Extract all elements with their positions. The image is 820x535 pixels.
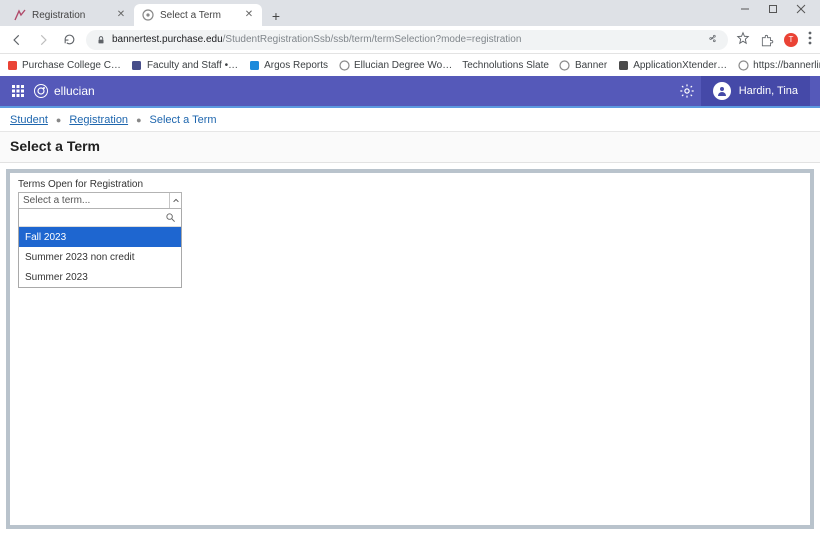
browser-tabstrip: Registration ✕ Select a Term ✕ +: [0, 0, 820, 26]
bookmark-favicon-icon: [617, 59, 629, 71]
bookmark-label: Argos Reports: [264, 60, 328, 71]
back-button[interactable]: [8, 31, 26, 49]
bookmark-item[interactable]: ApplicationXtender…: [617, 59, 727, 71]
bookmark-item[interactable]: https://bannerlinks…: [737, 59, 820, 71]
bookmark-favicon-icon: [559, 59, 571, 71]
browser-tab[interactable]: Registration ✕: [6, 4, 134, 26]
term-option[interactable]: Fall 2023: [19, 227, 181, 247]
bookmark-favicon-icon: [248, 59, 260, 71]
bookmark-item[interactable]: Faculty and Staff •…: [131, 59, 238, 71]
bookmark-item[interactable]: Banner: [559, 59, 607, 71]
app-header: ellucian Hardin, Tina: [0, 76, 820, 106]
tab-title: Select a Term: [160, 10, 238, 21]
breadcrumb-link[interactable]: Student: [10, 114, 48, 126]
search-icon[interactable]: [165, 212, 177, 224]
toolbar-right: T: [736, 31, 812, 48]
bookmark-label: Technolutions Slate: [462, 60, 549, 71]
bookmark-label: Ellucian Degree Wo…: [354, 60, 452, 71]
term-search-input[interactable]: [23, 212, 177, 223]
lock-icon: [96, 35, 106, 45]
address-bar[interactable]: bannertest.purchase.edu/StudentRegistrat…: [86, 30, 728, 50]
url-text: bannertest.purchase.edu/StudentRegistrat…: [112, 34, 701, 45]
page-title: Select a Term: [0, 132, 820, 163]
breadcrumb: Student ● Registration ● Select a Term: [0, 108, 820, 132]
content-area: Terms Open for Registration Select a ter…: [0, 163, 820, 535]
brand[interactable]: ellucian: [34, 84, 95, 98]
bookmark-label: Banner: [575, 60, 607, 71]
breadcrumb-sep: ●: [136, 115, 141, 125]
tab-favicon-icon: [14, 9, 26, 21]
chevron-down-icon[interactable]: [169, 193, 181, 208]
content-card: Terms Open for Registration Select a ter…: [6, 169, 814, 529]
breadcrumb-link[interactable]: Registration: [69, 114, 128, 126]
bookmark-item[interactable]: Technolutions Slate: [462, 60, 549, 71]
term-search-row: [19, 209, 181, 227]
term-dropdown: Fall 2023 Summer 2023 non credit Summer …: [18, 209, 182, 288]
term-select[interactable]: Select a term...: [18, 192, 182, 209]
window-minimize[interactable]: [740, 4, 750, 14]
brand-logo-icon: [34, 84, 48, 98]
tab-title: Registration: [32, 10, 110, 21]
new-tab-button[interactable]: +: [266, 6, 286, 26]
term-select-value: Select a term...: [23, 195, 90, 206]
bookmark-favicon-icon: [338, 59, 350, 71]
bookmark-label: Faculty and Staff •…: [147, 60, 238, 71]
menu-kebab-icon[interactable]: [808, 31, 812, 48]
bookmarks-bar: Purchase College C… Faculty and Staff •……: [0, 54, 820, 76]
user-avatar-icon: [713, 82, 731, 100]
window-controls: [740, 0, 820, 12]
reload-button[interactable]: [60, 31, 78, 49]
browser-toolbar: bannertest.purchase.edu/StudentRegistrat…: [0, 26, 820, 54]
tab-favicon-icon: [142, 9, 154, 21]
bookmark-favicon-icon: [131, 59, 143, 71]
bookmark-star-icon[interactable]: [736, 31, 750, 48]
window-maximize[interactable]: [768, 4, 778, 14]
forward-button[interactable]: [34, 31, 52, 49]
breadcrumb-sep: ●: [56, 115, 61, 125]
tab-close-icon[interactable]: ✕: [116, 10, 126, 20]
bookmark-item[interactable]: Argos Reports: [248, 59, 328, 71]
term-option[interactable]: Summer 2023 non credit: [19, 247, 181, 267]
tab-close-icon[interactable]: ✕: [244, 10, 254, 20]
bookmark-label: https://bannerlinks…: [753, 60, 820, 71]
bookmark-label: ApplicationXtender…: [633, 60, 727, 71]
bookmark-favicon-icon: [737, 59, 749, 71]
term-option[interactable]: Summer 2023: [19, 267, 181, 287]
apps-grid-icon[interactable]: [10, 83, 26, 99]
user-menu[interactable]: Hardin, Tina: [701, 76, 810, 106]
browser-tab[interactable]: Select a Term ✕: [134, 4, 262, 26]
bookmark-item[interactable]: Ellucian Degree Wo…: [338, 59, 452, 71]
extensions-icon[interactable]: [760, 33, 774, 47]
bookmark-favicon-icon: [6, 59, 18, 71]
brand-name: ellucian: [54, 84, 95, 98]
profile-avatar[interactable]: T: [784, 33, 798, 47]
bookmark-item[interactable]: Purchase College C…: [6, 59, 121, 71]
settings-button[interactable]: [673, 76, 701, 106]
term-field-label: Terms Open for Registration: [18, 179, 802, 190]
window-close[interactable]: [796, 4, 806, 14]
user-name: Hardin, Tina: [739, 85, 798, 97]
share-icon[interactable]: [707, 33, 718, 47]
bookmark-label: Purchase College C…: [22, 60, 121, 71]
breadcrumb-current: Select a Term: [150, 114, 217, 126]
